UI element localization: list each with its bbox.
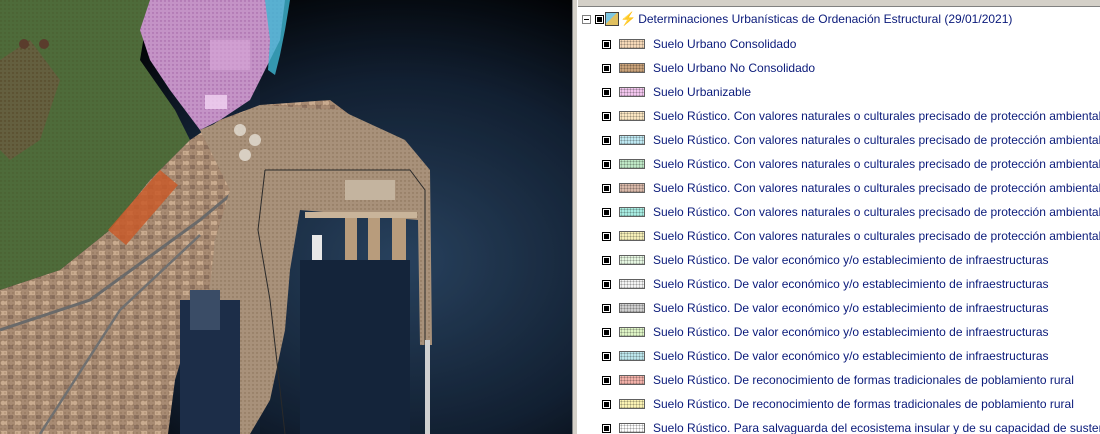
layer-visibility-checkbox[interactable] bbox=[602, 399, 611, 409]
legend-item[interactable]: Suelo Rústico. Con valores naturales o c… bbox=[602, 156, 1100, 172]
legend-swatch bbox=[619, 63, 645, 73]
legend-item[interactable]: Suelo Rústico. Para salvaguarda del ecos… bbox=[602, 420, 1100, 434]
legend-item-label: Suelo Rústico. De reconocimiento de form… bbox=[653, 397, 1074, 411]
legend-item[interactable]: Suelo Rústico. Con valores naturales o c… bbox=[602, 228, 1100, 244]
layer-visibility-checkbox[interactable] bbox=[602, 327, 611, 337]
layer-visibility-checkbox[interactable] bbox=[602, 183, 611, 193]
legend-item[interactable]: Suelo Urbano Consolidado bbox=[602, 36, 796, 52]
legend-item-label: Suelo Rústico. De reconocimiento de form… bbox=[653, 373, 1074, 387]
legend-swatch bbox=[619, 135, 645, 145]
layer-visibility-checkbox[interactable] bbox=[602, 231, 611, 241]
legend-item-label: Suelo Urbano Consolidado bbox=[653, 37, 797, 51]
legend-item[interactable]: Suelo Rústico. Con valores naturales o c… bbox=[602, 108, 1100, 124]
legend-swatch bbox=[619, 399, 645, 409]
map-view[interactable] bbox=[0, 0, 572, 434]
collapse-icon[interactable] bbox=[582, 14, 591, 24]
legend-item-label: Suelo Rústico. De valor económico y/o es… bbox=[653, 253, 1049, 267]
legend-swatch bbox=[619, 375, 645, 385]
lightning-icon: ⚡ bbox=[620, 11, 637, 26]
legend-item-label: Suelo Rústico. Con valores naturales o c… bbox=[653, 157, 1100, 171]
legend-swatch bbox=[619, 39, 645, 49]
legend-item-label: Suelo Rústico. Con valores naturales o c… bbox=[653, 181, 1100, 195]
legend-item-label: Suelo Rústico. Con valores naturales o c… bbox=[653, 109, 1100, 123]
legend-swatch bbox=[619, 303, 645, 313]
legend-item[interactable]: Suelo Rústico. De reconocimiento de form… bbox=[602, 372, 1074, 388]
legend-swatch bbox=[619, 423, 645, 433]
legend-swatch bbox=[619, 159, 645, 169]
legend-item-label: Suelo Rústico. De valor económico y/o es… bbox=[653, 325, 1049, 339]
legend-group-header[interactable]: ⚡ Determinaciones Urbanísticas de Ordena… bbox=[582, 10, 1012, 28]
layer-visibility-checkbox[interactable] bbox=[602, 279, 611, 289]
layer-visibility-checkbox[interactable] bbox=[602, 207, 611, 217]
legend-item[interactable]: Suelo Rústico. De valor económico y/o es… bbox=[602, 276, 1049, 292]
legend-item[interactable]: Suelo Rústico. De reconocimiento de form… bbox=[602, 396, 1074, 412]
layer-visibility-checkbox[interactable] bbox=[602, 159, 611, 169]
layer-visibility-checkbox[interactable] bbox=[602, 39, 611, 49]
layer-visibility-checkbox[interactable] bbox=[602, 423, 611, 433]
legend-item[interactable]: Suelo Rústico. De valor económico y/o es… bbox=[602, 252, 1049, 268]
layer-visibility-checkbox[interactable] bbox=[602, 255, 611, 265]
legend-item-label: Suelo Urbanizable bbox=[653, 85, 752, 99]
legend-item-label: Suelo Rústico. Con valores naturales o c… bbox=[653, 205, 1100, 219]
legend-item-label: Suelo Rústico. De valor económico y/o es… bbox=[653, 301, 1049, 315]
legend-item-label: Suelo Rústico. Con valores naturales o c… bbox=[653, 133, 1100, 147]
layer-visibility-checkbox[interactable] bbox=[602, 351, 611, 361]
legend-swatch bbox=[619, 279, 645, 289]
legend-item[interactable]: Suelo Rústico. Con valores naturales o c… bbox=[602, 132, 1100, 148]
layer-visibility-checkbox[interactable] bbox=[602, 375, 611, 385]
legend-swatch bbox=[619, 327, 645, 337]
layer-group-icon bbox=[605, 12, 619, 26]
legend-item-label: Suelo Rústico. De valor económico y/o es… bbox=[653, 349, 1049, 363]
group-visibility-checkbox[interactable] bbox=[595, 14, 604, 24]
layer-visibility-checkbox[interactable] bbox=[602, 87, 611, 97]
legend-swatch bbox=[619, 183, 645, 193]
legend-item[interactable]: Suelo Rústico. De valor económico y/o es… bbox=[602, 300, 1049, 316]
legend-item-label: Suelo Urbano No Consolidado bbox=[653, 61, 816, 75]
layer-visibility-checkbox[interactable] bbox=[602, 303, 611, 313]
legend-item-label: Suelo Rústico. Para salvaguarda del ecos… bbox=[653, 421, 1100, 434]
legend-item[interactable]: Suelo Rústico. Con valores naturales o c… bbox=[602, 180, 1100, 196]
legend-top-strip bbox=[578, 0, 1100, 7]
legend-panel: ⚡ Determinaciones Urbanísticas de Ordena… bbox=[578, 0, 1100, 434]
legend-swatch bbox=[619, 351, 645, 361]
legend-item-label: Suelo Rústico. De valor económico y/o es… bbox=[653, 277, 1049, 291]
legend-swatch bbox=[619, 255, 645, 265]
legend-item[interactable]: Suelo Rústico. De valor económico y/o es… bbox=[602, 324, 1049, 340]
aerial-map-image bbox=[0, 0, 572, 434]
legend-swatch bbox=[619, 87, 645, 97]
legend-group-title: Determinaciones Urbanísticas de Ordenaci… bbox=[638, 12, 1013, 26]
legend-swatch bbox=[619, 111, 645, 121]
legend-item-label: Suelo Rústico. Con valores naturales o c… bbox=[653, 229, 1100, 243]
legend-item[interactable]: Suelo Urbano No Consolidado bbox=[602, 60, 815, 76]
legend-swatch bbox=[619, 207, 645, 217]
legend-item[interactable]: Suelo Rústico. Con valores naturales o c… bbox=[602, 204, 1100, 220]
legend-item[interactable]: Suelo Rústico. De valor económico y/o es… bbox=[602, 348, 1049, 364]
layer-visibility-checkbox[interactable] bbox=[602, 111, 611, 121]
layer-visibility-checkbox[interactable] bbox=[602, 63, 611, 73]
layer-visibility-checkbox[interactable] bbox=[602, 135, 611, 145]
legend-item[interactable]: Suelo Urbanizable bbox=[602, 84, 751, 100]
legend-swatch bbox=[619, 231, 645, 241]
